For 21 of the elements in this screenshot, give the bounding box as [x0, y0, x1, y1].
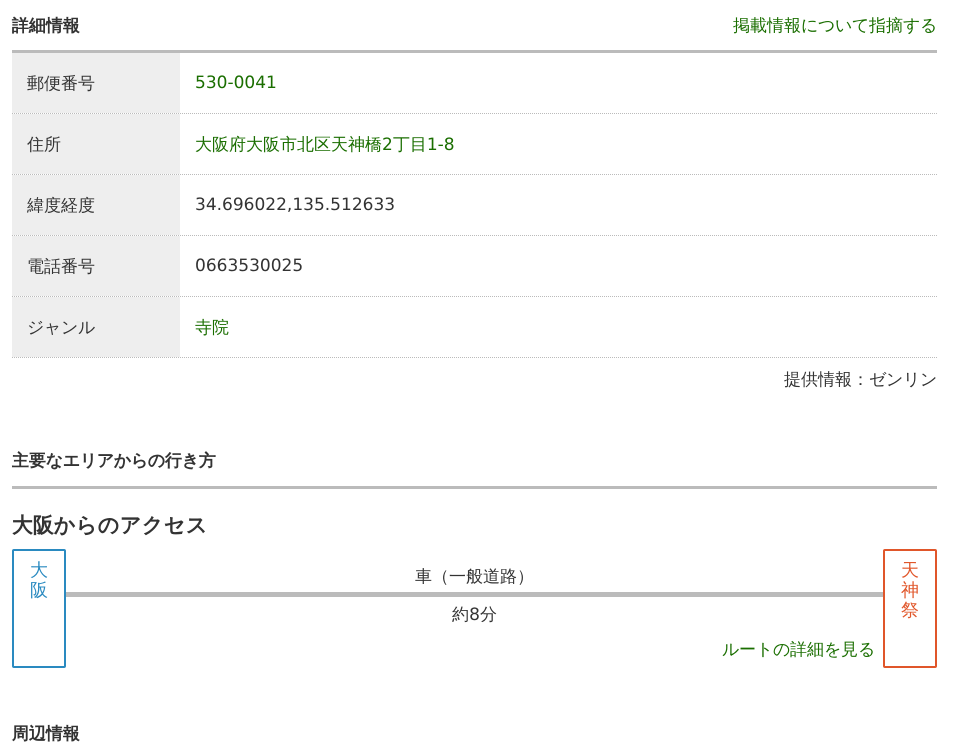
row-label: 住所 — [12, 114, 180, 174]
travel-time: 約8分 — [452, 604, 497, 626]
row-label: 電話番号 — [12, 236, 180, 296]
row-label: 郵便番号 — [12, 53, 180, 113]
section-heading: 主要なエリアからの行き方 — [12, 450, 216, 472]
origin-box: 大阪 — [12, 549, 66, 668]
section-heading: 周辺情報 — [12, 722, 80, 744]
access-title: 大阪からのアクセス — [12, 512, 209, 539]
travel-mode: 車（一般道路） — [415, 566, 534, 588]
row-label: 緯度経度 — [12, 175, 180, 235]
row-value: 0663530025 — [195, 256, 304, 276]
source-note: 提供情報：ゼンリン — [784, 370, 937, 390]
value-link[interactable]: 大阪府大阪市北区天神橋2丁目1-8 — [195, 132, 455, 156]
route-link[interactable]: ルートの詳細を見る — [722, 638, 875, 661]
destination-box: 天神祭 — [883, 549, 937, 668]
section-heading: 詳細情報 — [12, 14, 80, 36]
report-link[interactable]: 掲載情報について指摘する — [733, 14, 937, 36]
value-link[interactable]: 530-0041 — [195, 73, 277, 93]
row-value: 34.696022,135.512633 — [195, 195, 396, 215]
row-label: ジャンル — [12, 297, 180, 357]
value-link[interactable]: 寺院 — [195, 316, 229, 338]
